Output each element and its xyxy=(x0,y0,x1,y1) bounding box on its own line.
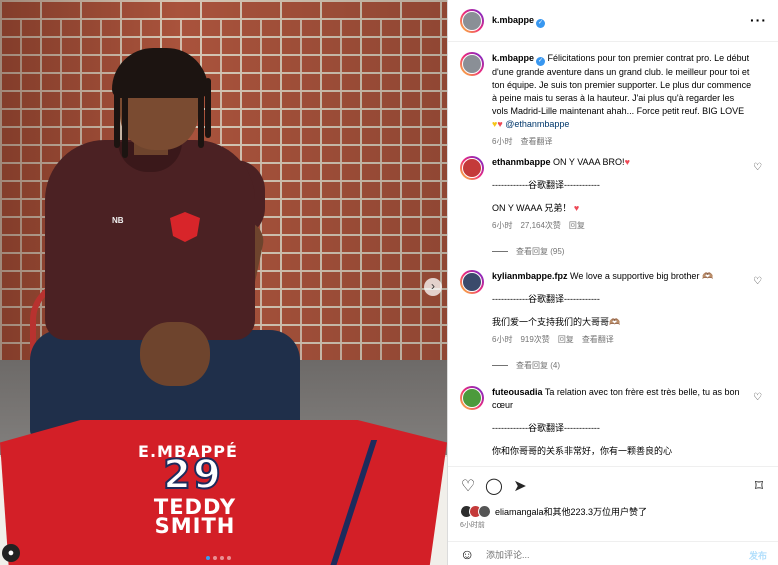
translation-divider: ------------谷歌翻译------------ xyxy=(492,423,600,433)
user-tag-icon[interactable]: ● xyxy=(2,544,20,562)
post-sidebar: k.mbappe ✓ ··· k.mbappe ✓ Félicitations po… xyxy=(447,0,778,565)
comment-translation: ON Y WAAA 兄弟！ xyxy=(492,203,572,213)
next-slide-button[interactable]: › xyxy=(424,278,442,296)
player-hands xyxy=(140,322,210,386)
comment-meta: 6小时 919次赞 回复 查看翻译 xyxy=(492,333,752,346)
hair-braid xyxy=(114,78,120,148)
verified-badge-icon: ✓ xyxy=(536,19,546,28)
verified-badge-icon: ✓ xyxy=(536,57,546,66)
comment-translation: 我们爱一个支持我们的大哥哥🫶🏽 xyxy=(492,317,621,327)
comment-username[interactable]: futeousadia xyxy=(492,387,543,397)
add-comment-bar: ☺ 发布 xyxy=(448,541,778,565)
hair-braid xyxy=(122,78,128,158)
carousel-dot xyxy=(206,556,210,560)
liker-avatar xyxy=(478,505,491,518)
comment-text: We love a supportive big brother 🫶🏽 xyxy=(570,271,714,281)
comment-item: ethanmbappe ON Y VAAA BRO!♥ ------------… xyxy=(460,156,770,257)
caption-avatar[interactable] xyxy=(460,52,484,76)
carousel-dot xyxy=(213,556,217,560)
liker-avatars xyxy=(460,505,491,518)
caption-mention[interactable]: @ethanmbappe xyxy=(505,119,569,129)
red-heart-icon: ♥ xyxy=(497,119,503,129)
likes-summary[interactable]: eliamangala和其他223.3万位用户赞了 xyxy=(460,505,647,518)
shirt-brand: NB xyxy=(112,216,124,225)
comment-translation: 你和你哥哥的关系非常好，你有一颗善良的心 xyxy=(492,446,673,456)
jersey-sponsor: TEDDY SMITH xyxy=(153,495,237,538)
see-translation-link[interactable]: 查看翻译 xyxy=(520,137,552,146)
comment-avatar[interactable] xyxy=(460,156,484,180)
like-comment-heart-icon[interactable]: ♡ xyxy=(753,276,762,287)
post-time: 6小时前 xyxy=(460,522,485,529)
carousel-dot xyxy=(220,556,224,560)
comment-time: 6小时 xyxy=(492,335,513,344)
hair-braid xyxy=(205,78,211,138)
share-send-icon[interactable]: ➤ xyxy=(510,477,530,497)
save-bookmark-icon[interactable]: ⌑ xyxy=(749,477,769,497)
comment-avatar[interactable] xyxy=(460,270,484,294)
emoji-icon[interactable]: ☺ xyxy=(460,546,474,562)
view-replies-button[interactable]: 查看回复 (95) xyxy=(492,246,770,257)
comment-time: 6小时 xyxy=(492,221,513,230)
comments-list[interactable]: k.mbappe ✓ Félicitations pour ton premier… xyxy=(448,42,778,466)
post-header: k.mbappe ✓ ··· xyxy=(448,0,778,42)
carousel-dots xyxy=(206,556,231,560)
hair-braid xyxy=(198,78,204,148)
carousel-dot xyxy=(227,556,231,560)
comment-item: kylianmbappe.fpz We love a supportive bi… xyxy=(460,270,770,371)
comment-likes[interactable]: 27,164次赞 xyxy=(520,221,560,230)
comment-likes[interactable]: 919次赞 xyxy=(520,335,549,344)
like-comment-heart-icon[interactable]: ♡ xyxy=(753,392,762,403)
comment-avatar[interactable] xyxy=(460,386,484,410)
caption: k.mbappe ✓ Félicitations pour ton premier… xyxy=(460,52,770,148)
author-avatar[interactable] xyxy=(460,9,484,33)
post-photo[interactable]: NB E.MBAPPÉ 29 TEDDY SMITH › ● xyxy=(0,0,447,565)
like-heart-icon[interactable]: ♡ xyxy=(458,477,478,497)
red-heart-icon: ♥ xyxy=(571,203,580,213)
post-comment-button[interactable]: 发布 xyxy=(749,549,767,562)
caption-username[interactable]: k.mbappe xyxy=(492,53,534,63)
comment-item: futeousadia Ta relation avec ton frère e… xyxy=(460,386,770,458)
see-translation-link[interactable]: 查看翻译 xyxy=(582,335,614,344)
reply-button[interactable]: 回复 xyxy=(558,335,574,344)
more-horizontal-icon[interactable]: ··· xyxy=(750,12,767,28)
red-heart-icon: ♥ xyxy=(624,157,630,167)
view-replies-button[interactable]: 查看回复 (4) xyxy=(492,360,770,371)
comment-username[interactable]: ethanmbappe xyxy=(492,157,551,167)
comment-icon[interactable]: ◯ xyxy=(484,477,504,497)
comment-input[interactable] xyxy=(486,547,726,563)
like-comment-heart-icon[interactable]: ♡ xyxy=(753,162,762,173)
jersey-number: 29 xyxy=(162,451,223,499)
comment-meta: 6小时 27,164次赞 回复 xyxy=(492,219,752,232)
comment-username[interactable]: kylianmbappe.fpz xyxy=(492,271,568,281)
caption-time: 6小时 xyxy=(492,137,513,146)
author-username[interactable]: k.mbappe xyxy=(492,15,534,25)
likes-text: eliamangala和其他223.3万位用户赞了 xyxy=(495,507,648,517)
post-actions: ♡ ◯ ➤ ⌑ eliamangala和其他223.3万位用户赞了 6小时前 ☺… xyxy=(448,466,778,565)
reply-button[interactable]: 回复 xyxy=(569,221,585,230)
comment-text: ON Y VAAA BRO! xyxy=(553,157,625,167)
translation-divider: ------------谷歌翻译------------ xyxy=(492,180,600,190)
caption-meta: 6小时 查看翻译 xyxy=(492,135,752,148)
translation-divider: ------------谷歌翻译------------ xyxy=(492,294,600,304)
